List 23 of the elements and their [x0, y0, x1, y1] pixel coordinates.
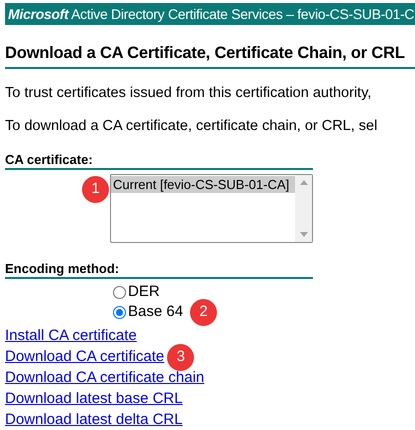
scrollbar[interactable]	[295, 174, 312, 242]
section-label: CA certificate:	[5, 152, 93, 166]
header-title: Microsoft Active Directory Certificate Services – fevio-CS-SUB-01-C	[8, 4, 414, 24]
page-heading: Download a CA Certificate, Certificate Chain, or CRL	[5, 44, 405, 62]
list-option[interactable]: Current [fevio-CS-SUB-01-CA]	[111, 176, 295, 192]
download-link[interactable]: Download CA certificate chain	[5, 369, 204, 387]
callout-badge: 1	[82, 176, 109, 202]
radio-button[interactable]	[113, 286, 126, 299]
section-label: Encoding method:	[5, 260, 120, 276]
radio-button[interactable]	[113, 306, 126, 319]
callout-badge: 3	[167, 344, 194, 370]
radio-label: DER	[128, 282, 160, 302]
scroll-down-icon[interactable]	[300, 232, 308, 236]
download-link[interactable]: Download latest delta CRL	[5, 411, 183, 429]
callout-badge: 2	[190, 299, 218, 326]
download-link[interactable]: Install CA certificate	[5, 327, 137, 345]
radio-label: Base 64	[128, 302, 184, 322]
download-link[interactable]: Download CA certificate	[5, 348, 164, 366]
download-link[interactable]: Download latest base CRL	[5, 390, 183, 408]
scroll-up-icon[interactable]	[300, 180, 308, 184]
body-text: To trust certificates issued from this certification authority,	[5, 85, 372, 101]
certificate-listbox[interactable]: Current [fevio-CS-SUB-01-CA]	[110, 174, 313, 242]
body-text: To download a CA certificate, certificate chain, or CRL, sel	[5, 118, 378, 134]
